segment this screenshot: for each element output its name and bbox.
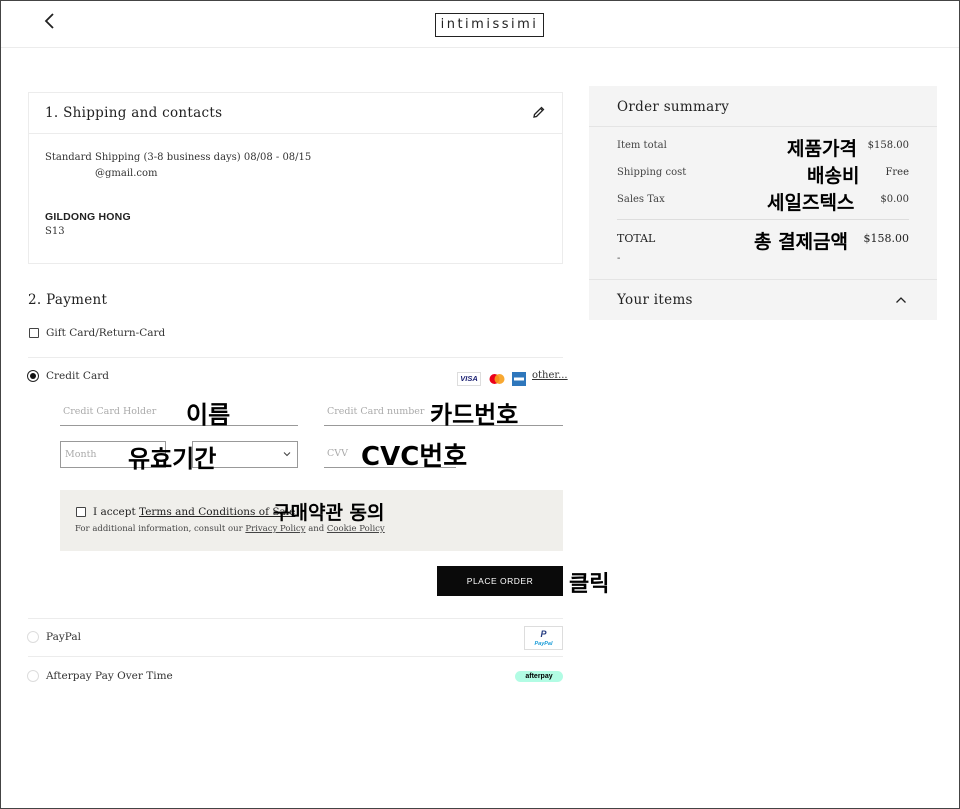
annotation-click: 클릭 — [569, 572, 610, 597]
chevron-up-icon — [896, 297, 906, 303]
payment-title: 2. Payment — [28, 292, 108, 308]
header: intimissimi — [1, 1, 959, 48]
shipping-header: 1. Shipping and contacts — [29, 93, 562, 134]
terms-prefix: I accept — [93, 506, 136, 518]
recipient-code: S13 — [45, 226, 65, 237]
total-sub: - — [617, 253, 621, 264]
shipping-cost-value: Free — [885, 167, 909, 178]
card-holder-input[interactable] — [60, 398, 298, 425]
terms-info: For additional information, consult our … — [75, 524, 385, 534]
shipping-section: 1. Shipping and contacts Standard Shippi… — [28, 92, 563, 264]
terms-checkbox[interactable] — [76, 507, 86, 517]
back-arrow-icon[interactable] — [41, 9, 61, 33]
cookie-policy-link[interactable]: Cookie Policy — [327, 524, 385, 534]
annotation-name: 이름 — [186, 401, 231, 429]
afterpay-label: Afterpay Pay Over Time — [46, 670, 173, 682]
paypal-radio[interactable] — [27, 631, 39, 643]
terms-text: I accept Terms and Conditions of Sale — [93, 506, 295, 518]
sales-tax-value: $0.00 — [880, 194, 909, 205]
divider — [28, 656, 563, 657]
total-label: TOTAL — [617, 232, 656, 245]
your-items-title: Your items — [617, 292, 693, 308]
annotation-terms-agree: 구매약관 동의 — [273, 502, 385, 524]
visa-logo: VISA — [457, 372, 481, 386]
annotation-total-payment: 총 결제금액 — [754, 231, 849, 253]
summary-header: Order summary — [589, 86, 937, 127]
order-summary: Order summary Item total $158.00 Shippin… — [589, 86, 937, 320]
your-items-toggle[interactable]: Your items — [589, 279, 937, 320]
shipping-method: Standard Shipping (3-8 business days) 08… — [45, 152, 312, 163]
card-holder-field[interactable] — [60, 398, 298, 426]
shipping-title: 1. Shipping and contacts — [45, 105, 223, 121]
info-prefix: For additional information, consult our — [75, 524, 243, 534]
annotation-shipping-fee: 배송비 — [807, 165, 860, 187]
other-cards-link[interactable]: other... — [532, 370, 568, 381]
afterpay-logo: afterpay — [515, 671, 563, 682]
divider — [28, 357, 563, 358]
annotation-cvc: CVC번호 — [361, 442, 468, 472]
credit-card-label: Credit Card — [46, 370, 109, 382]
mastercard-icon — [489, 374, 505, 384]
amex-icon — [512, 372, 526, 386]
total-value: $158.00 — [863, 232, 910, 245]
paypal-logo-text: PayPal — [534, 641, 553, 647]
divider — [28, 618, 563, 619]
annotation-card-number: 카드번호 — [430, 401, 519, 429]
annotation-expiry: 유효기간 — [128, 445, 217, 473]
place-order-button[interactable]: PLACE ORDER — [437, 566, 563, 596]
paypal-icon: P PayPal — [534, 629, 553, 647]
paypal-label: PayPal — [46, 631, 81, 643]
sales-tax-label: Sales Tax — [617, 194, 665, 205]
summary-divider — [617, 219, 909, 220]
shipping-cost-label: Shipping cost — [617, 167, 687, 178]
gift-card-label: Gift Card/Return-Card — [46, 327, 166, 339]
svg-text:P: P — [540, 629, 547, 639]
summary-title: Order summary — [617, 99, 730, 115]
paypal-logo: P PayPal — [524, 626, 563, 650]
privacy-policy-link[interactable]: Privacy Policy — [245, 524, 305, 534]
afterpay-radio[interactable] — [27, 670, 39, 682]
recipient-name: GILDONG HONG — [45, 211, 131, 223]
credit-card-radio[interactable] — [27, 370, 39, 382]
annotation-item-price: 제품가격 — [787, 138, 857, 160]
item-total-label: Item total — [617, 140, 667, 151]
item-total-value: $158.00 — [867, 140, 909, 151]
chevron-down-icon — [283, 452, 291, 457]
terms-link[interactable]: Terms and Conditions of Sale — [139, 506, 295, 518]
gift-card-checkbox[interactable] — [29, 328, 39, 338]
annotation-sales-tax: 세일즈텍스 — [767, 192, 855, 214]
brand-logo[interactable]: intimissimi — [435, 13, 544, 37]
and-text: and — [308, 524, 325, 534]
pencil-icon[interactable] — [532, 105, 546, 119]
shipping-email: @gmail.com — [95, 168, 158, 179]
